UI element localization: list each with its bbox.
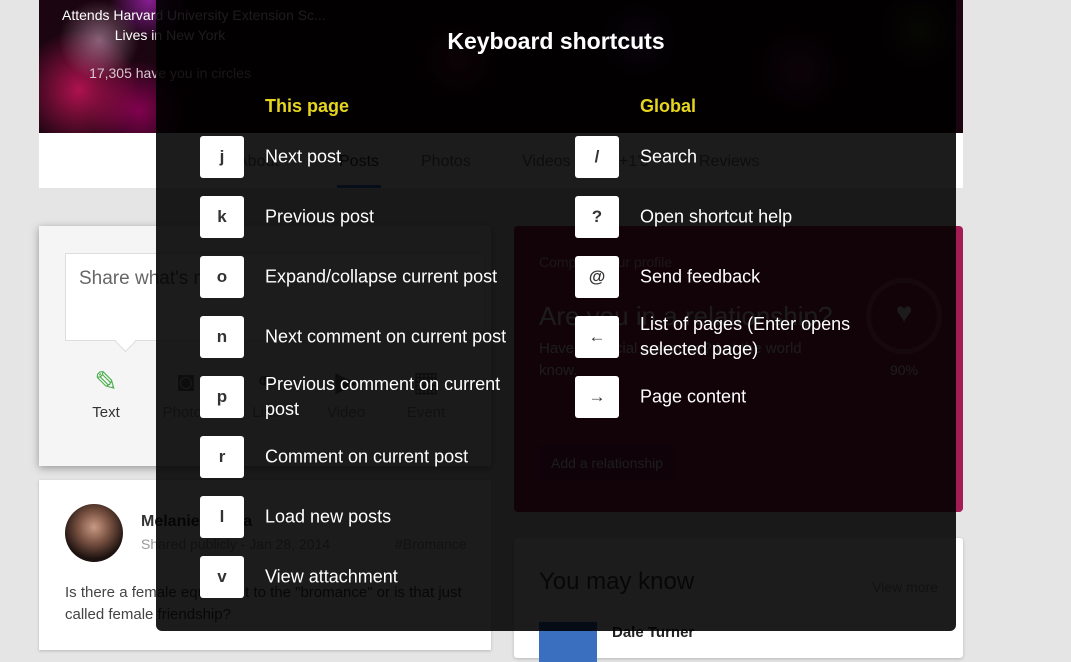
key-cap: r: [200, 436, 244, 478]
shortcut-description: View attachment: [265, 566, 398, 587]
shortcut-description: List of pages (Enter opens selected page…: [640, 314, 851, 359]
key-cap: o: [200, 256, 244, 298]
shortcut-description: Load new posts: [265, 506, 392, 527]
dialog-title: Keyboard shortcuts: [447, 28, 665, 54]
pencil-icon: ✎: [94, 366, 118, 397]
shortcut-description: Page content: [640, 386, 747, 407]
shortcut-description: Expand/collapse current post: [265, 266, 498, 287]
shortcut-description: Previous comment on current post: [265, 374, 501, 419]
this-page-heading: This page: [265, 96, 350, 116]
share-text-button[interactable]: ✎ Text: [71, 364, 141, 421]
global-heading: Global: [640, 96, 697, 116]
shortcut-description: Open shortcut help: [640, 206, 793, 227]
shortcut-description: Search: [640, 146, 698, 167]
share-action-label: Text: [92, 404, 120, 421]
shortcut-description: Previous post: [265, 206, 375, 227]
key-cap: v: [200, 556, 244, 598]
shortcut-description: Send feedback: [640, 266, 761, 287]
key-cap: n: [200, 316, 244, 358]
key-cap: p: [200, 376, 244, 418]
keyboard-shortcuts-dialog: Keyboard shortcuts This page Global j Ne…: [156, 0, 956, 631]
key-cap: /: [575, 136, 619, 178]
key-cap: k: [200, 196, 244, 238]
shortcut-description: Comment on current post: [265, 446, 469, 467]
key-cap: j: [200, 136, 244, 178]
key-cap: →: [575, 376, 619, 418]
key-cap: ?: [575, 196, 619, 238]
shortcut-description: Next post: [265, 146, 342, 167]
key-cap: @: [575, 256, 619, 298]
key-cap: ←: [575, 316, 619, 358]
shortcut-description: Next comment on current post: [265, 326, 507, 347]
author-avatar[interactable]: [65, 504, 123, 562]
key-cap: l: [200, 496, 244, 538]
